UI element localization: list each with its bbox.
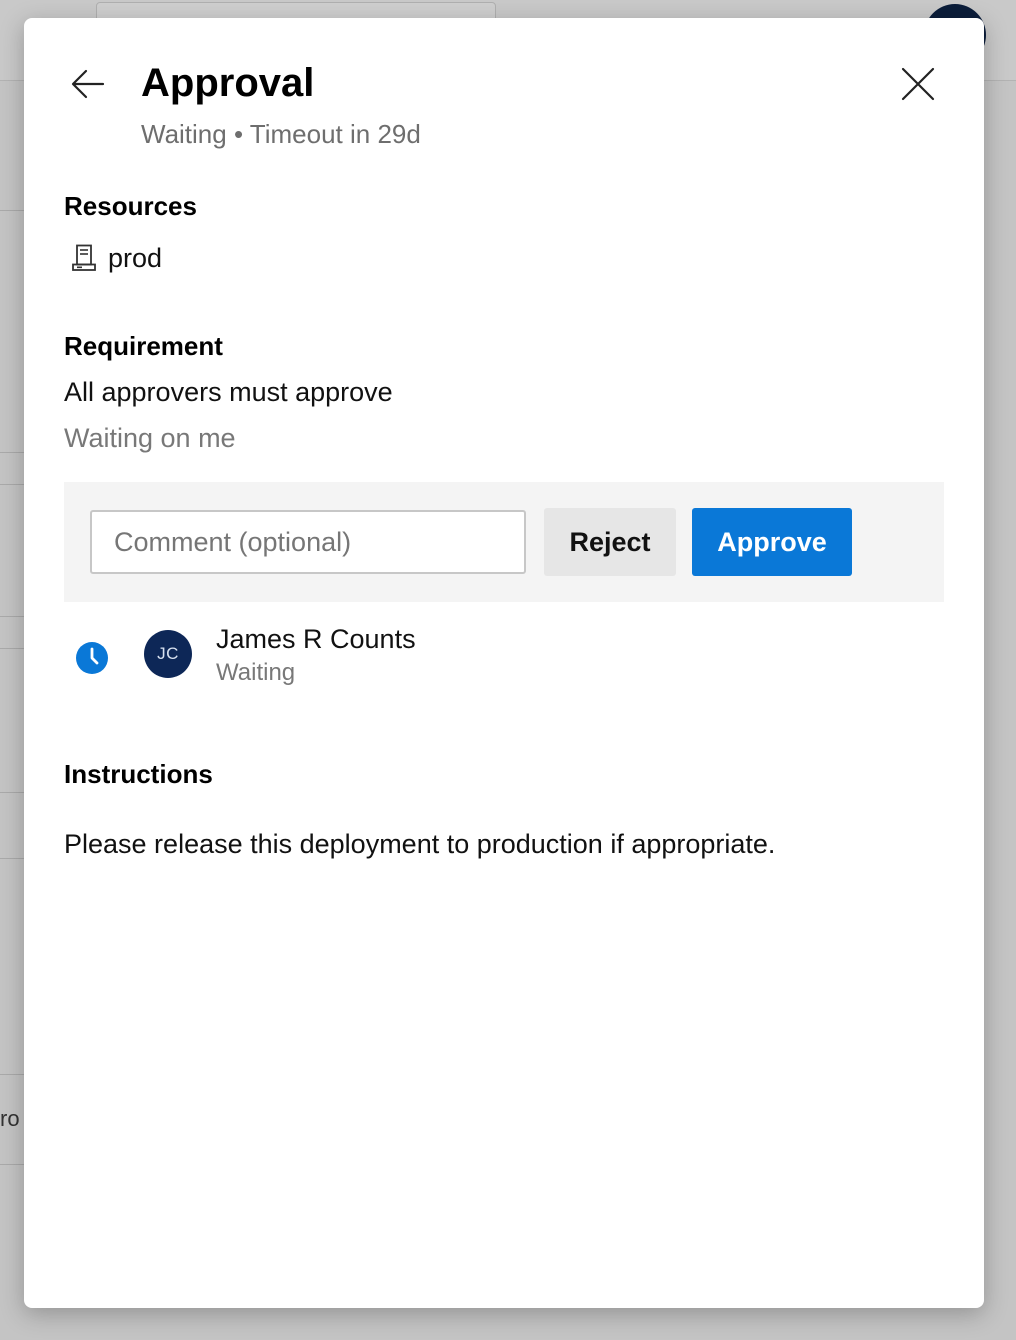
approver-status: Waiting: [216, 659, 296, 686]
approve-button[interactable]: Approve: [692, 508, 852, 576]
resources-heading: Resources: [64, 191, 197, 221]
arrow-left-icon: [71, 69, 105, 99]
resource-item[interactable]: prod: [70, 240, 162, 276]
reject-button[interactable]: Reject: [544, 508, 676, 576]
clock-icon: [76, 642, 108, 674]
requirement-status: Waiting on me: [64, 423, 236, 453]
dialog-title: Approval: [141, 61, 315, 105]
avatar: JC: [144, 630, 192, 678]
approval-action-panel: Reject Approve: [64, 482, 944, 602]
close-icon: [901, 67, 935, 101]
back-button[interactable]: [66, 62, 110, 106]
comment-input[interactable]: [90, 510, 526, 574]
server-icon: [70, 244, 98, 272]
dialog-subtitle: Waiting • Timeout in 29d: [141, 119, 421, 149]
background-partial-text: ro: [0, 1106, 20, 1131]
instructions-text: Please release this deployment to produc…: [64, 829, 776, 859]
approver-row: JC James R Counts Waiting: [64, 622, 944, 702]
requirement-heading: Requirement: [64, 331, 223, 361]
approval-dialog: Approval Waiting • Timeout in 29d Resour…: [24, 18, 984, 1308]
requirement-rule: All approvers must approve: [64, 377, 393, 407]
approver-name: James R Counts: [216, 624, 416, 654]
resource-name: prod: [108, 242, 163, 273]
close-button[interactable]: [896, 62, 940, 106]
instructions-heading: Instructions: [64, 759, 213, 789]
